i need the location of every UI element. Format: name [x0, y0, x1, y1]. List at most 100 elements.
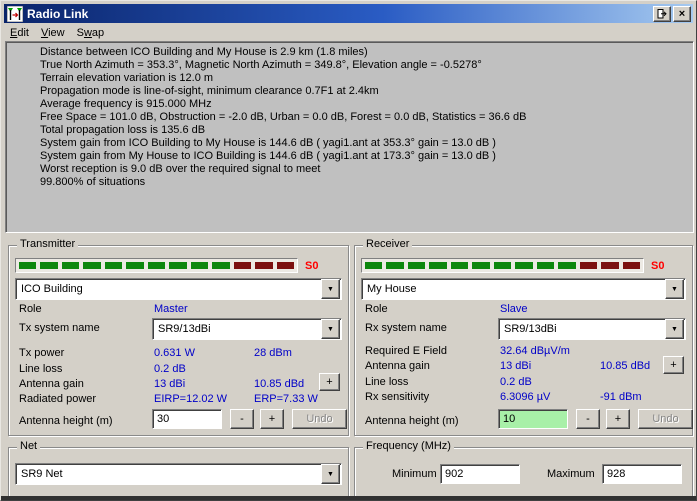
rx-antenna-gain-dbi: 13 dBi: [500, 360, 531, 372]
rx-unit-dropdown-button[interactable]: ▼: [665, 279, 684, 299]
info-total-loss: Total propagation loss is 135.6 dB: [40, 124, 687, 137]
tx-antenna-detail-button[interactable]: +: [319, 373, 340, 391]
info-propagation-mode: Propagation mode is line-of-sight, minim…: [40, 85, 687, 98]
tx-undo-button[interactable]: Undo: [292, 409, 347, 429]
tx-antenna-height-input[interactable]: [152, 409, 222, 429]
menu-edit[interactable]: Edit: [4, 26, 35, 40]
info-losses-breakdown: Free Space = 101.0 dB, Obstruction = -2.…: [40, 111, 687, 124]
tx-signal-meter: [15, 258, 298, 273]
frequency-minimum-input[interactable]: [440, 464, 520, 484]
popout-button[interactable]: [653, 6, 671, 22]
rx-unit-value: My House: [362, 283, 665, 295]
frequency-minimum-label: Minimum: [392, 468, 437, 480]
net-select[interactable]: SR9 Net ▼: [15, 463, 342, 485]
frequency-maximum-input[interactable]: [602, 464, 682, 484]
window-title: Radio Link: [27, 7, 651, 21]
rx-signal-meter: [361, 258, 644, 273]
rx-height-decrease-button[interactable]: -: [576, 409, 600, 429]
rx-sensitivity-dbm: -91 dBm: [600, 391, 642, 403]
title-bar[interactable]: Radio Link ×: [4, 4, 693, 23]
rx-height-increase-button[interactable]: +: [606, 409, 630, 429]
tx-system-dropdown-button[interactable]: ▼: [321, 319, 340, 339]
tx-role-label: Role: [19, 303, 42, 315]
app-icon: [7, 6, 23, 22]
popout-icon: [657, 9, 668, 19]
tx-antenna-gain-dbi: 13 dBi: [154, 378, 185, 390]
rx-line-loss-value: 0.2 dB: [500, 376, 532, 388]
info-system-gain-forward: System gain from ICO Building to My Hous…: [40, 137, 687, 150]
tx-unit-dropdown-button[interactable]: ▼: [321, 279, 340, 299]
radio-link-window: Radio Link × Edit View Swap Distance bet…: [0, 0, 697, 501]
rx-antenna-gain-label: Antenna gain: [365, 360, 430, 372]
tx-power-dbm: 28 dBm: [254, 347, 292, 359]
menu-swap[interactable]: Swap: [71, 26, 111, 40]
tx-signal-level: S0: [305, 260, 318, 272]
tx-system-label: Tx system name: [19, 322, 100, 334]
net-group-label: Net: [17, 440, 40, 452]
rx-undo-button[interactable]: Undo: [638, 409, 693, 429]
frequency-group: Frequency (MHz) Minimum Maximum: [354, 447, 693, 498]
menu-bar: Edit View Swap: [4, 24, 693, 41]
chevron-down-icon: ▼: [671, 286, 678, 293]
rx-antenna-height-input[interactable]: [498, 409, 568, 429]
window-bottom-edge: [1, 496, 696, 500]
tx-line-loss-label: Line loss: [19, 363, 62, 375]
transmitter-group-label: Transmitter: [17, 238, 78, 250]
rx-sensitivity-uv: 6.3096 µV: [500, 391, 550, 403]
info-terrain: Terrain elevation variation is 12.0 m: [40, 72, 687, 85]
net-group: Net SR9 Net ▼: [8, 447, 349, 498]
rx-system-dropdown-button[interactable]: ▼: [665, 319, 684, 339]
rx-antenna-gain-dbd: 10.85 dBd: [600, 360, 650, 372]
tx-radiated-power-label: Radiated power: [19, 393, 96, 405]
info-situations: 99.800% of situations: [40, 176, 687, 189]
info-worst-reception: Worst reception is 9.0 dB over the requi…: [40, 163, 687, 176]
rx-unit-select[interactable]: My House ▼: [361, 278, 686, 300]
chevron-down-icon: ▼: [327, 471, 334, 478]
info-distance: Distance between ICO Building and My Hou…: [40, 46, 687, 59]
rx-efield-value: 32.64 dBµV/m: [500, 345, 570, 357]
rx-efield-label: Required E Field: [365, 345, 447, 357]
tx-role-value: Master: [154, 303, 188, 315]
rx-role-label: Role: [365, 303, 388, 315]
receiver-group: Receiver S0 My House ▼ Role Slave Rx sys…: [354, 245, 693, 436]
info-system-gain-reverse: System gain from My House to ICO Buildin…: [40, 150, 687, 163]
rx-antenna-height-label: Antenna height (m): [365, 415, 459, 427]
tx-power-label: Tx power: [19, 347, 64, 359]
tx-unit-select[interactable]: ICO Building ▼: [15, 278, 342, 300]
close-icon: ×: [679, 9, 685, 19]
chevron-down-icon: ▼: [327, 326, 334, 333]
rx-line-loss-label: Line loss: [365, 376, 408, 388]
tx-unit-value: ICO Building: [16, 283, 321, 295]
tx-antenna-height-label: Antenna height (m): [19, 415, 113, 427]
rx-role-value: Slave: [500, 303, 528, 315]
chevron-down-icon: ▼: [327, 286, 334, 293]
tx-system-select[interactable]: SR9/13dBi ▼: [152, 318, 342, 340]
rx-system-label: Rx system name: [365, 322, 447, 334]
menu-view[interactable]: View: [35, 26, 71, 40]
tx-line-loss-value: 0.2 dB: [154, 363, 186, 375]
info-azimuth: True North Azimuth = 353.3°, Magnetic No…: [40, 59, 687, 72]
tx-power-watts: 0.631 W: [154, 347, 195, 359]
net-value: SR9 Net: [16, 468, 321, 480]
tx-antenna-gain-dbd: 10.85 dBd: [254, 378, 304, 390]
rx-antenna-detail-button[interactable]: +: [663, 356, 684, 374]
tx-height-decrease-button[interactable]: -: [230, 409, 254, 429]
frequency-maximum-label: Maximum: [547, 468, 595, 480]
link-info-panel: Distance between ICO Building and My Hou…: [5, 41, 694, 233]
transmitter-group: Transmitter S0 ICO Building ▼ Role Maste…: [8, 245, 349, 436]
tx-height-increase-button[interactable]: +: [260, 409, 284, 429]
receiver-group-label: Receiver: [363, 238, 412, 250]
tx-eirp-value: EIRP=12.02 W: [154, 393, 227, 405]
rx-system-select[interactable]: SR9/13dBi ▼: [498, 318, 686, 340]
tx-antenna-gain-label: Antenna gain: [19, 378, 84, 390]
chevron-down-icon: ▼: [671, 326, 678, 333]
tx-erp-value: ERP=7.33 W: [254, 393, 318, 405]
frequency-group-label: Frequency (MHz): [363, 440, 454, 452]
tx-system-value: SR9/13dBi: [153, 323, 321, 335]
net-dropdown-button[interactable]: ▼: [321, 464, 340, 484]
close-button[interactable]: ×: [673, 6, 691, 22]
rx-signal-level: S0: [651, 260, 664, 272]
info-average-frequency: Average frequency is 915.000 MHz: [40, 98, 687, 111]
rx-sensitivity-label: Rx sensitivity: [365, 391, 429, 403]
rx-system-value: SR9/13dBi: [499, 323, 665, 335]
